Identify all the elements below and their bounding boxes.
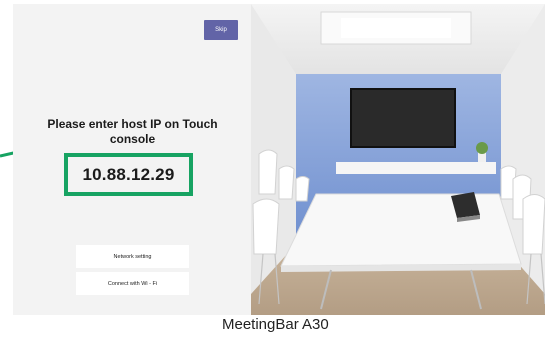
host-ip-box: 10.88.12.29 (64, 153, 193, 196)
connect-wifi-button[interactable]: Connect with Wi - Fi (76, 272, 189, 295)
skip-button[interactable]: Skip (204, 20, 238, 40)
network-setting-button[interactable]: Network setting (76, 245, 189, 268)
meeting-room-image (251, 4, 545, 315)
host-ip-prompt: Please enter host IP on Touch console (47, 117, 218, 146)
device-screen: Skip Please enter host IP on Touch conso… (13, 4, 545, 315)
product-caption: MeetingBar A30 (222, 316, 329, 333)
tv-screen-icon (350, 88, 456, 148)
host-ip-value: 10.88.12.29 (82, 164, 175, 184)
setup-panel: Skip Please enter host IP on Touch conso… (13, 4, 251, 315)
